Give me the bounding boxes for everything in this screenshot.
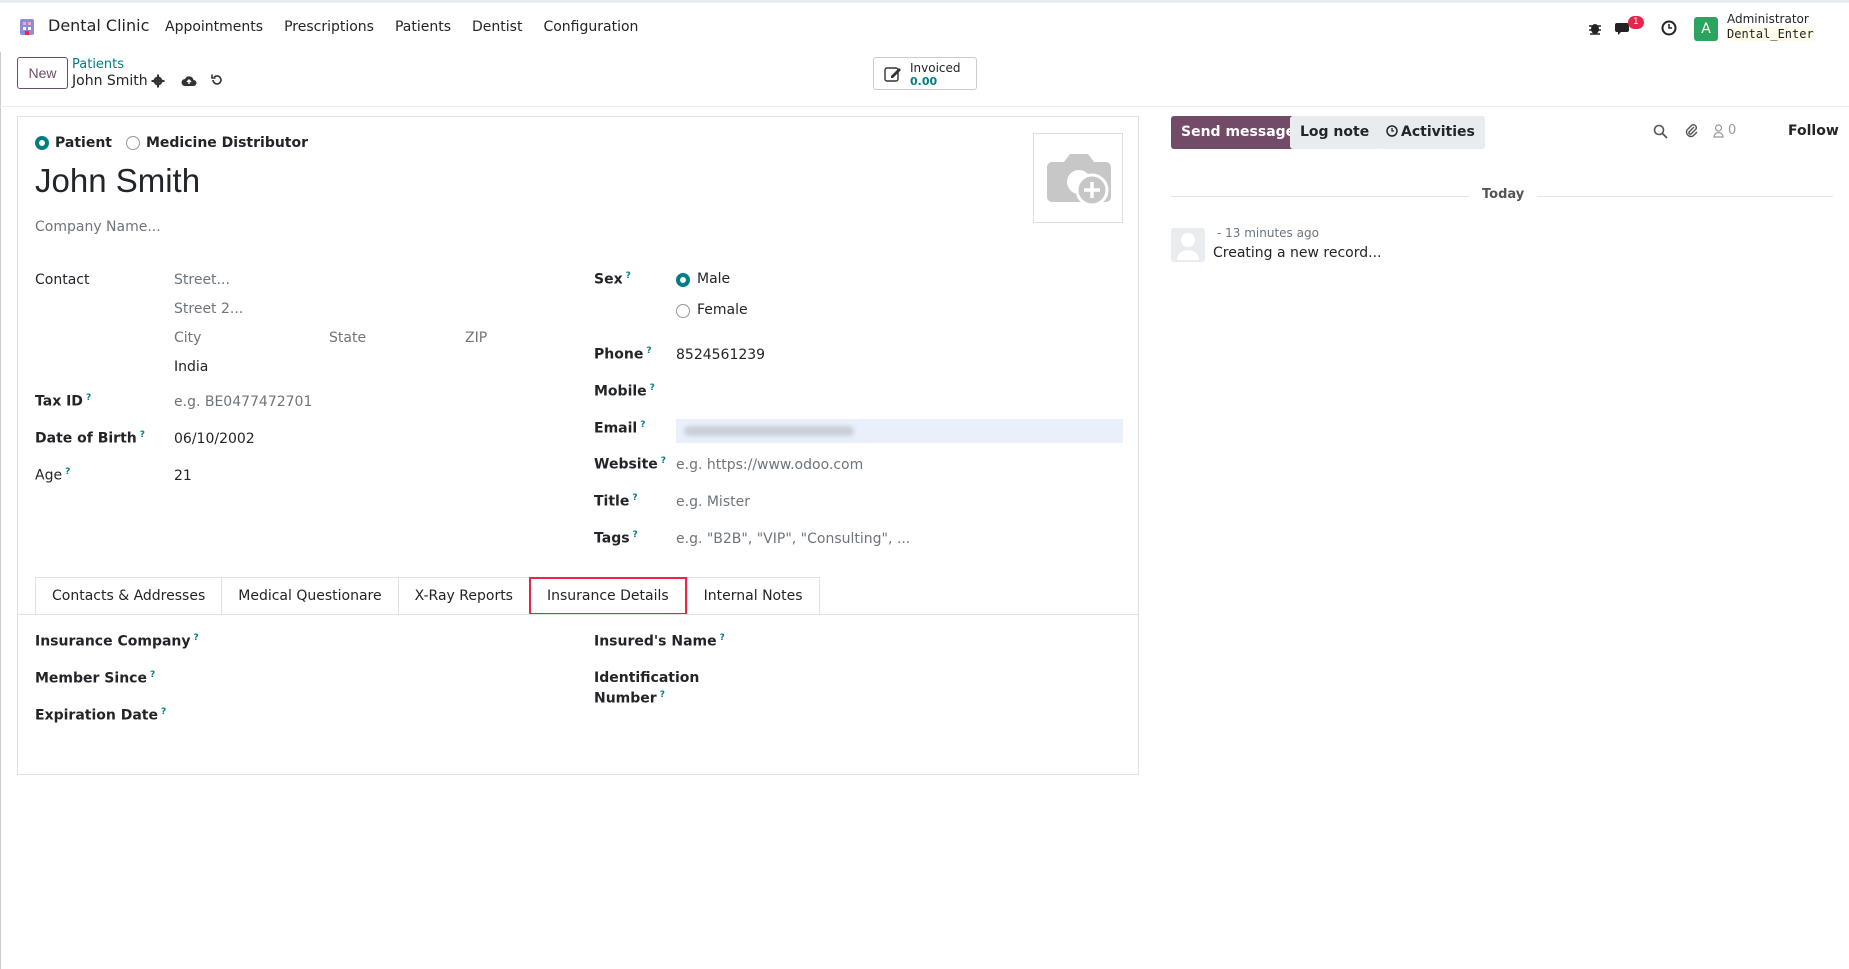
zip-field[interactable]: ZIP bbox=[465, 330, 487, 346]
city-field[interactable]: City bbox=[174, 330, 201, 346]
send-message-button[interactable]: Send message bbox=[1171, 116, 1306, 149]
sex-label: Sex? bbox=[594, 271, 631, 288]
identification-number-label-line2: Number? bbox=[594, 690, 665, 707]
date-separator-line-left bbox=[1171, 196, 1469, 197]
new-button[interactable]: New bbox=[17, 57, 68, 89]
log-note-button[interactable]: Log note bbox=[1290, 116, 1380, 149]
message-timestamp: - 13 minutes ago bbox=[1217, 226, 1319, 240]
menu-configuration[interactable]: Configuration bbox=[543, 19, 638, 35]
date-separator: Today bbox=[1482, 187, 1525, 202]
email-field[interactable] bbox=[676, 419, 1123, 443]
database-name: Dental_Enter bbox=[1727, 27, 1814, 41]
form-sheet: Patient Medicine Distributor John Smith … bbox=[17, 116, 1139, 775]
email-label: Email? bbox=[594, 420, 646, 437]
street2-field[interactable]: Street 2... bbox=[174, 301, 243, 317]
tax-id-field[interactable]: e.g. BE0477472701 bbox=[174, 394, 312, 410]
follower-count[interactable]: 0 bbox=[1728, 123, 1736, 138]
tags-field[interactable]: e.g. "B2B", "VIP", "Consulting", ... bbox=[676, 531, 910, 547]
radio-female-label[interactable]: Female bbox=[697, 302, 748, 318]
clock-icon[interactable] bbox=[1661, 20, 1677, 36]
message-avatar bbox=[1171, 228, 1205, 262]
radio-female[interactable] bbox=[676, 304, 690, 318]
menu-prescriptions[interactable]: Prescriptions bbox=[284, 19, 374, 35]
top-navbar: Dental Clinic Appointments Prescriptions… bbox=[0, 0, 1849, 52]
title-field[interactable]: e.g. Mister bbox=[676, 494, 750, 510]
email-redacted-value bbox=[684, 426, 854, 436]
tax-id-label: Tax ID? bbox=[35, 393, 92, 410]
phone-label: Phone? bbox=[594, 346, 652, 363]
website-label: Website? bbox=[594, 456, 667, 473]
website-field[interactable]: e.g. https://www.odoo.com bbox=[676, 457, 863, 473]
menu-appointments[interactable]: Appointments bbox=[165, 19, 263, 35]
stat-label: Invoiced bbox=[910, 61, 961, 75]
phone-field[interactable]: 8524561239 bbox=[676, 347, 765, 363]
user-name[interactable]: Administrator bbox=[1727, 12, 1809, 26]
dob-label: Date of Birth? bbox=[35, 430, 145, 447]
control-panel-divider bbox=[0, 106, 1849, 107]
app-brand[interactable]: Dental Clinic bbox=[48, 16, 149, 35]
tab-insurance-details[interactable]: Insurance Details bbox=[528, 577, 687, 615]
menu-dentist[interactable]: Dentist bbox=[472, 19, 522, 35]
search-icon[interactable] bbox=[1653, 124, 1668, 139]
country-field[interactable]: India bbox=[174, 359, 208, 375]
identification-number-label-line1: Identification bbox=[594, 670, 700, 686]
radio-distributor-label[interactable]: Medicine Distributor bbox=[146, 135, 308, 151]
activities-clock-icon bbox=[1386, 125, 1398, 137]
tab-contacts-addresses[interactable]: Contacts & Addresses bbox=[35, 577, 222, 615]
tab-divider bbox=[18, 614, 1138, 615]
tab-medical-questionare[interactable]: Medical Questionare bbox=[221, 577, 398, 615]
bug-icon[interactable] bbox=[1587, 20, 1603, 36]
state-field[interactable]: State bbox=[329, 330, 366, 346]
main-menu: Appointments Prescriptions Patients Dent… bbox=[165, 19, 659, 35]
patient-name-field[interactable]: John Smith bbox=[35, 162, 200, 200]
stat-value: 0.00 bbox=[910, 75, 938, 88]
radio-distributor[interactable] bbox=[125, 136, 140, 150]
invoiced-stat-button[interactable]: Invoiced 0.00 bbox=[873, 57, 977, 90]
message-body: Creating a new record... bbox=[1213, 245, 1382, 261]
gear-icon[interactable] bbox=[151, 74, 165, 88]
street-field[interactable]: Street... bbox=[174, 272, 230, 288]
window-edge bbox=[0, 0, 1, 969]
type-radio-group: Patient Medicine Distributor bbox=[35, 135, 322, 151]
insurance-company-label: Insurance Company? bbox=[35, 633, 199, 650]
photo-upload[interactable] bbox=[1033, 133, 1123, 223]
dob-field[interactable]: 06/10/2002 bbox=[174, 431, 255, 447]
user-avatar[interactable]: A bbox=[1694, 17, 1718, 41]
cloud-upload-icon[interactable] bbox=[181, 74, 197, 87]
age-field[interactable]: 21 bbox=[174, 468, 192, 484]
notification-badge: 1 bbox=[1628, 16, 1644, 29]
contact-label: Contact bbox=[35, 272, 90, 288]
menu-patients[interactable]: Patients bbox=[395, 19, 451, 35]
activities-button[interactable]: Activities bbox=[1376, 116, 1485, 149]
discard-icon[interactable] bbox=[210, 73, 224, 87]
follow-button[interactable]: Follow bbox=[1788, 123, 1839, 139]
default-user-icon bbox=[1177, 233, 1199, 260]
tags-label: Tags? bbox=[594, 530, 638, 547]
camera-plus-icon bbox=[1047, 154, 1111, 207]
breadcrumb-current: John Smith bbox=[72, 73, 148, 89]
radio-patient[interactable] bbox=[35, 136, 49, 150]
company-name-field[interactable]: Company Name... bbox=[35, 219, 161, 235]
paperclip-icon[interactable] bbox=[1684, 123, 1698, 139]
breadcrumb-patients[interactable]: Patients bbox=[72, 57, 124, 72]
member-since-label: Member Since? bbox=[35, 670, 156, 687]
radio-patient-label[interactable]: Patient bbox=[55, 135, 112, 151]
insured-name-label: Insured's Name? bbox=[594, 633, 725, 650]
mobile-label: Mobile? bbox=[594, 383, 655, 400]
expiration-date-label: Expiration Date? bbox=[35, 707, 167, 724]
notebook-tabs: Contacts & Addresses Medical Questionare… bbox=[35, 577, 820, 615]
date-separator-line-right bbox=[1537, 196, 1833, 197]
radio-male-label[interactable]: Male bbox=[697, 271, 730, 287]
follower-user-icon[interactable] bbox=[1713, 124, 1724, 138]
title-label: Title? bbox=[594, 493, 638, 510]
age-label: Age? bbox=[35, 467, 71, 484]
tab-xray-reports[interactable]: X-Ray Reports bbox=[397, 577, 529, 615]
app-menu-icon[interactable] bbox=[17, 17, 37, 37]
tab-internal-notes[interactable]: Internal Notes bbox=[686, 577, 820, 615]
radio-male[interactable] bbox=[676, 273, 690, 287]
invoice-edit-icon bbox=[884, 67, 901, 82]
